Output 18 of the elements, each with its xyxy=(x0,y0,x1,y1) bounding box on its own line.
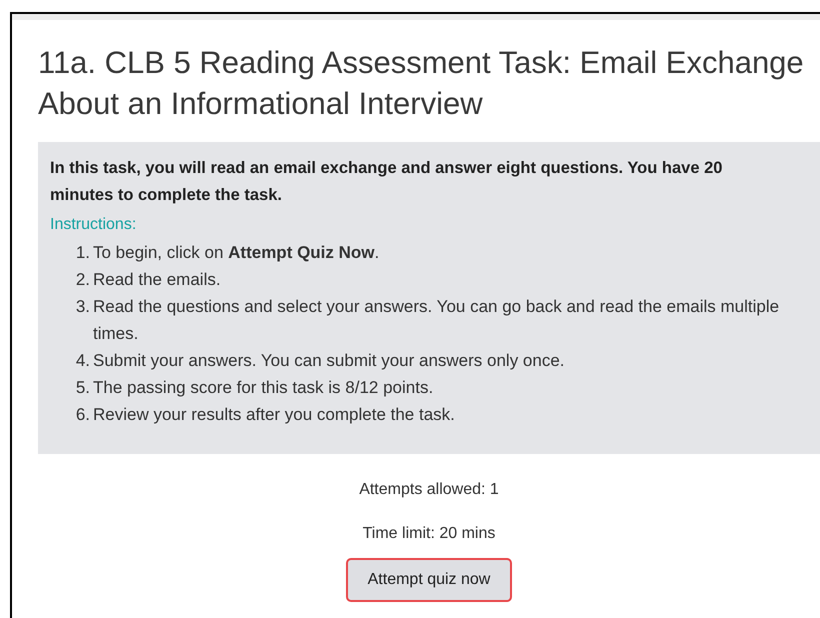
quiz-info-text: Attempts allowed: 1 xyxy=(359,480,499,500)
step-text: Submit your answers. You can submit your answers only once. xyxy=(93,350,565,372)
step-text: Read the questions and select your answers. You can go back and read the emails multiple times. xyxy=(93,296,780,345)
step-number: 1. xyxy=(74,242,91,264)
step-text: To begin, click on Attempt Quiz Now. xyxy=(93,242,380,264)
instructions-heading: Instructions: xyxy=(50,215,138,235)
step-text: Read the emails. xyxy=(93,269,221,291)
page-title: 11a. CLB 5 Reading Assessment Task: Email Exchange About an Informational Interview xyxy=(38,44,805,123)
step-text: Review your results after you complete the task. xyxy=(93,404,455,426)
step-text: The passing score for this task is 8/12 points. xyxy=(93,377,434,399)
task-intro: In this task, you will read an email exchange and answer eight questions. You have 20 minutes to complete the task. xyxy=(50,158,724,206)
quiz-info-text: Time limit: 20 mins xyxy=(362,524,496,544)
attempt-quiz-button[interactable]: Attempt quiz now xyxy=(346,558,512,602)
step-number: 2. xyxy=(74,269,91,291)
step-number: 3. xyxy=(74,296,91,318)
step-number: 5. xyxy=(74,377,91,399)
step-number: 6. xyxy=(74,404,91,426)
step-number: 4. xyxy=(74,350,91,372)
